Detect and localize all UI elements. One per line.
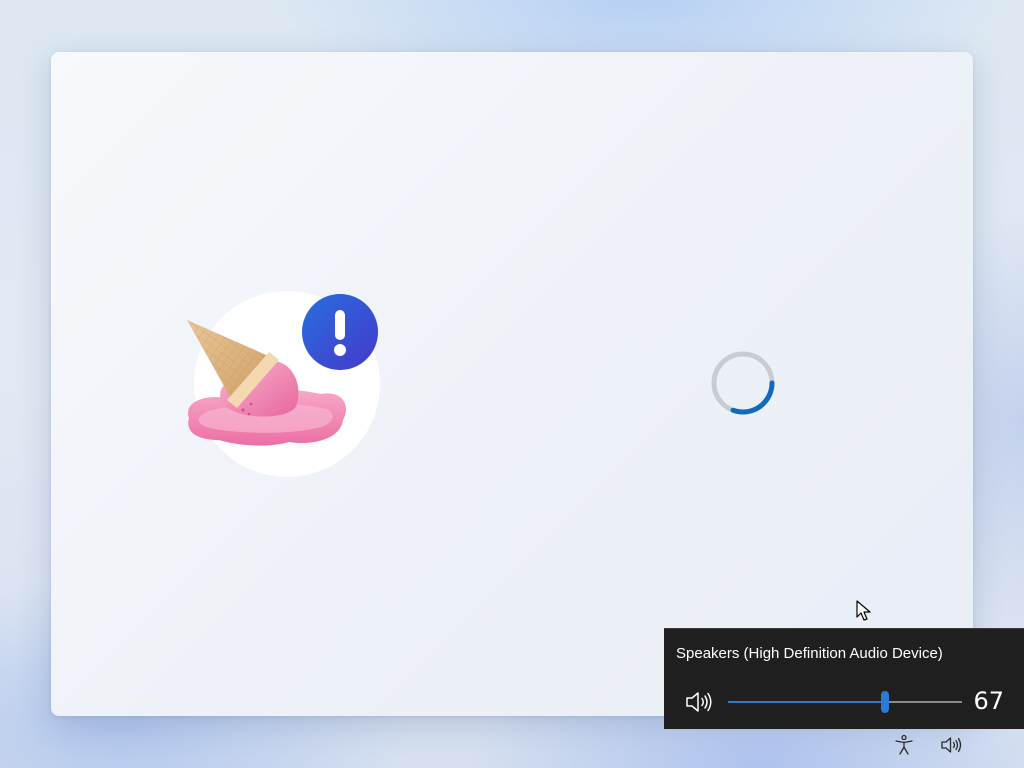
volume-value: 67 — [973, 687, 1004, 715]
loading-spinner-icon — [709, 349, 777, 417]
accessibility-icon[interactable] — [892, 734, 916, 756]
setup-window — [51, 52, 973, 716]
volume-slider-thumb[interactable] — [881, 691, 889, 713]
system-tray — [880, 730, 1024, 760]
speaker-volume-icon[interactable] — [684, 689, 714, 715]
mouse-cursor-icon — [856, 600, 872, 622]
volume-slider[interactable] — [728, 691, 962, 713]
audio-device-name: Speakers (High Definition Audio Device) — [676, 645, 943, 662]
melted-ice-cream-error-icon — [187, 291, 380, 477]
volume-flyout: Speakers (High Definition Audio Device) … — [664, 628, 1024, 729]
volume-slider-fill — [728, 701, 885, 703]
error-illustration — [181, 290, 381, 480]
exclamation-icon — [335, 310, 345, 340]
volume-icon[interactable] — [940, 734, 964, 756]
